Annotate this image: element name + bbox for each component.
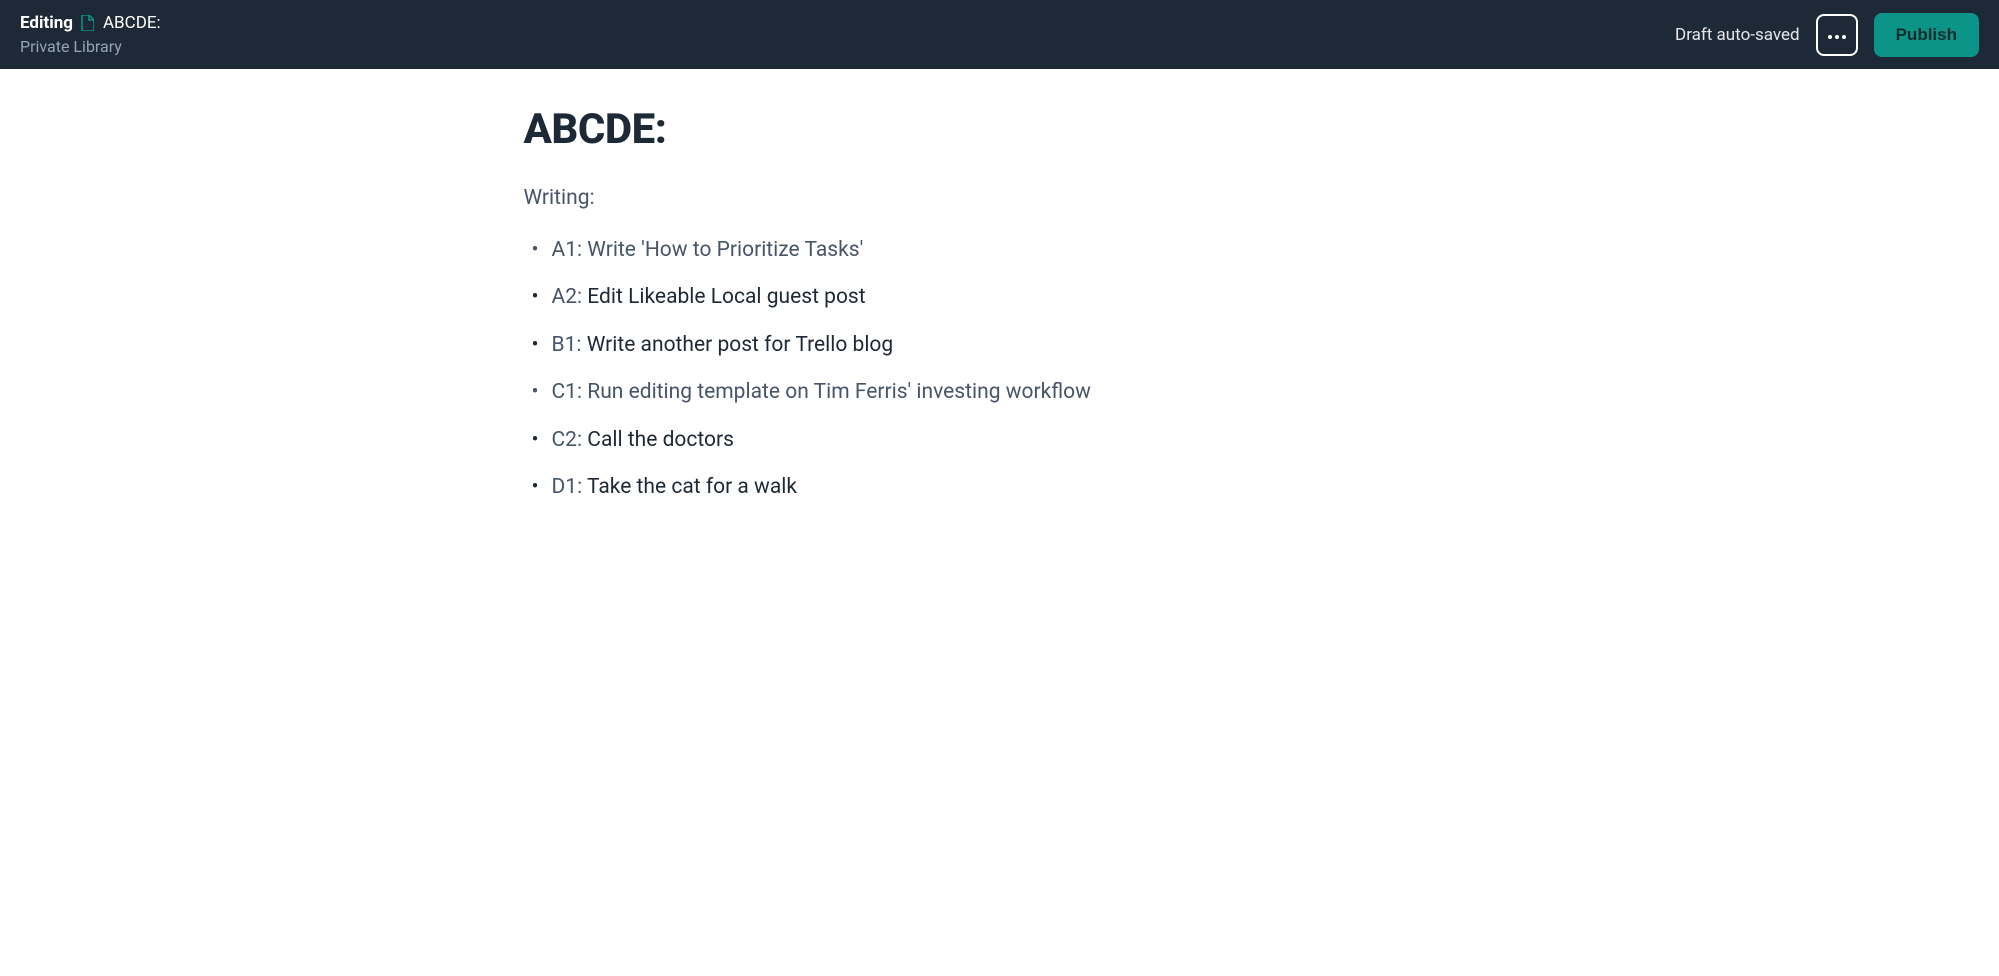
library-label[interactable]: Private Library (20, 37, 161, 56)
task-prefix: C2: (552, 428, 583, 452)
task-text: Write 'How to Prioritize Tasks' (582, 238, 863, 262)
task-prefix: D1: (552, 475, 583, 499)
header-left: Editing ABCDE: Private Library (20, 13, 161, 56)
section-label[interactable]: Writing: (524, 186, 1480, 210)
task-text: Write another post for Trello blog (581, 333, 893, 357)
list-item[interactable]: C1: Run editing template on Tim Ferris' … (552, 378, 1480, 407)
task-prefix: B1: (552, 333, 582, 357)
header-doc-title: ABCDE: (103, 13, 161, 33)
header-right: Draft auto-saved Publish (1675, 13, 1979, 57)
document-icon (81, 15, 95, 31)
task-prefix: C1: (552, 380, 583, 404)
task-text: Call the doctors (582, 428, 734, 452)
task-text: Run editing template on Tim Ferris' inve… (582, 380, 1091, 404)
task-prefix: A2: (552, 285, 583, 309)
more-horizontal-icon (1827, 27, 1847, 42)
autosave-status: Draft auto-saved (1675, 25, 1800, 45)
task-text: Take the cat for a walk (582, 475, 797, 499)
more-options-button[interactable] (1816, 14, 1858, 56)
breadcrumb: Editing ABCDE: (20, 13, 161, 33)
list-item[interactable]: B1: Write another post for Trello blog (552, 331, 1480, 360)
editor-content[interactable]: ABCDE: Writing: A1: Write 'How to Priori… (520, 69, 1480, 556)
list-item[interactable]: A2: Edit Likeable Local guest post (552, 283, 1480, 312)
list-item[interactable]: C2: Call the doctors (552, 426, 1480, 455)
publish-button[interactable]: Publish (1874, 13, 1979, 57)
app-header: Editing ABCDE: Private Library Draft aut… (0, 0, 1999, 69)
list-item[interactable]: D1: Take the cat for a walk (552, 473, 1480, 502)
page-title[interactable]: ABCDE: (524, 105, 1480, 154)
task-list[interactable]: A1: Write 'How to Prioritize Tasks' A2: E… (524, 236, 1480, 502)
task-prefix: A1: (552, 238, 583, 262)
list-item[interactable]: A1: Write 'How to Prioritize Tasks' (552, 236, 1480, 265)
editing-label: Editing (20, 13, 73, 33)
task-text: Edit Likeable Local guest post (582, 285, 866, 309)
